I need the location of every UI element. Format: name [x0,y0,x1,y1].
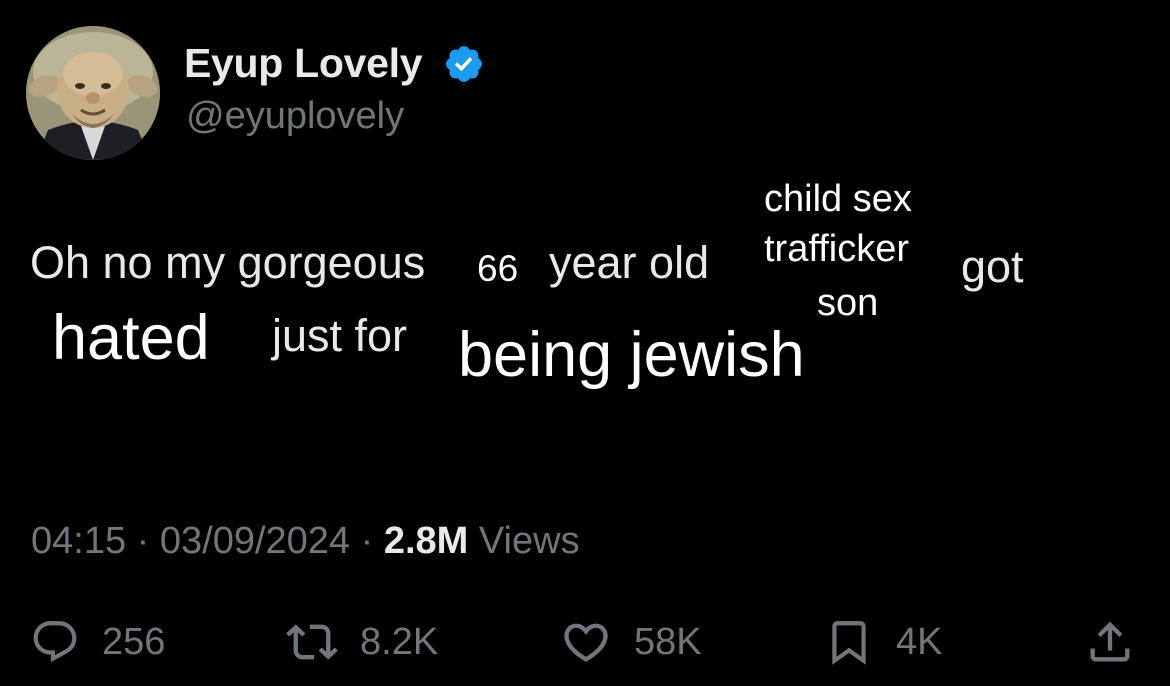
heart-icon [564,623,608,662]
views-count[interactable]: 2.8M [384,520,468,562]
reply-count: 256 [102,620,166,663]
tweet-word: trafficker [764,228,910,270]
user-handle[interactable]: @eyuplovely [186,95,404,138]
tweet: Eyup Lovely @eyuplovely Oh no my gorgeou… [0,0,1170,686]
tweet-word: hated [52,303,210,373]
avatar[interactable] [26,26,160,160]
avatar-image [26,26,160,160]
bookmark-count: 4K [896,620,943,663]
display-name[interactable]: Eyup Lovely [184,40,423,87]
meta-separator: · [136,520,150,562]
reply-button[interactable]: 256 [30,616,165,668]
bookmark-button[interactable]: 4K [824,616,942,668]
retweet-icon [286,624,338,660]
like-button[interactable]: 58K [560,616,702,668]
tweet-word: being jewish [458,320,805,390]
share-button[interactable] [1084,616,1136,668]
tweet-meta: 04:15 · 03/09/2024 · 2.8M Views [31,520,580,563]
tweet-word: son [817,282,879,324]
meta-separator: · [360,520,374,562]
tweet-word: got [961,241,1024,292]
tweet-word: just for [272,310,408,361]
tweet-word: Oh no my gorgeous [30,237,426,288]
verified-badge-icon [446,46,482,82]
tweet-time[interactable]: 04:15 [31,520,126,562]
tweet-word: 66 [477,248,519,289]
like-count: 58K [634,620,702,663]
bookmark-icon [832,621,866,665]
views-label[interactable]: Views [479,520,580,562]
retweet-count: 8.2K [360,620,439,663]
retweet-button[interactable]: 8.2K [286,616,438,668]
tweet-word: child sex [764,178,912,220]
reply-icon [33,621,77,663]
tweet-word: year old [549,237,710,288]
tweet-date[interactable]: 03/09/2024 [160,520,350,562]
share-icon [1090,621,1130,662]
